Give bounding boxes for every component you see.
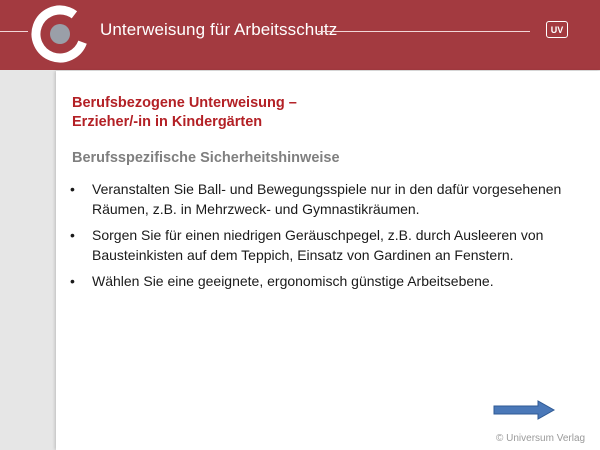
bullet-dot-icon: • <box>70 273 75 289</box>
slide-subtitle: Berufsspezifische Sicherheitshinweise <box>72 150 340 166</box>
slide-title: Berufsbezogene Unterweisung – Erzieher/-… <box>72 94 297 132</box>
bullet-item: • Sorgen Sie für einen niedrigen Geräusc… <box>68 225 578 265</box>
bullet-dot-icon: • <box>70 181 75 197</box>
header-rule-right <box>318 31 530 32</box>
bullet-item: • Wählen Sie eine geeignete, ergonomisch… <box>68 271 578 291</box>
bullet-item: • Veranstalten Sie Ball- und Bewegungssp… <box>68 179 578 219</box>
bullet-text: Wählen Sie eine geeignete, ergonomisch g… <box>92 273 494 289</box>
arrow-right-icon[interactable] <box>492 399 556 421</box>
bullet-text: Veranstalten Sie Ball- und Bewegungsspie… <box>92 181 562 217</box>
slide-content: Berufsbezogene Unterweisung – Erzieher/-… <box>56 71 600 450</box>
header-bar: Unterweisung für Arbeitsschutz UV <box>0 0 600 70</box>
header-rule-left <box>0 31 28 32</box>
bullet-list: • Veranstalten Sie Ball- und Bewegungssp… <box>68 179 578 297</box>
bullet-dot-icon: • <box>70 227 75 243</box>
ring-logo-icon <box>31 5 89 63</box>
slide-title-line-1: Berufsbezogene Unterweisung – <box>72 95 297 111</box>
slide-title-line-2: Erzieher/-in in Kindergärten <box>72 114 263 130</box>
uv-logo-badge: UV <box>546 21 568 38</box>
header-title: Unterweisung für Arbeitsschutz <box>100 20 338 39</box>
bullet-text: Sorgen Sie für einen niedrigen Geräuschp… <box>92 227 544 263</box>
copyright-text: © Universum Verlag <box>496 433 586 444</box>
